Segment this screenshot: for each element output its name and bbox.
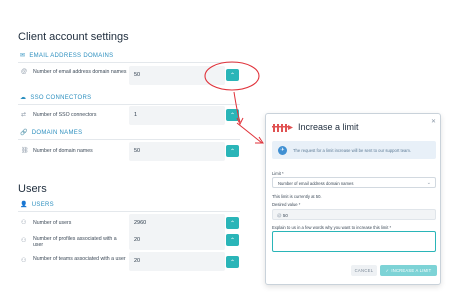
domain-names-field[interactable]: 50	[129, 142, 225, 161]
link-icon: 🔗	[20, 130, 28, 136]
divider	[18, 62, 240, 63]
limit-select-value: Number of email address domain names	[278, 181, 354, 186]
users-section: 👤 USERS	[20, 201, 54, 209]
sso-section: ☁ SSO CONNECTORS	[20, 94, 92, 102]
client-settings-title: Client account settings	[18, 31, 129, 43]
cloud-icon: ☁	[20, 95, 27, 101]
arrowhead	[255, 136, 264, 144]
desired-value-label: Desired value *	[272, 202, 301, 207]
desired-value-text: 50	[282, 213, 288, 218]
chevron-up-icon: ⌃	[229, 72, 236, 79]
chevron-up-icon: ⌃	[229, 112, 236, 119]
email-domains-field[interactable]: 50	[129, 66, 225, 85]
info-banner: ✈ The request for a limit increase will …	[272, 141, 436, 159]
users-row-label: Number of users	[33, 220, 72, 226]
explain-label: Explain to us in a few words why you wan…	[272, 225, 392, 230]
check-icon: ✓	[385, 268, 390, 273]
teams-row-label: Number of teams associated with a user	[33, 256, 126, 262]
fence-icon	[272, 124, 293, 132]
chain-icon: ⛓	[21, 148, 29, 154]
chevron-up-icon: ⌃	[229, 259, 236, 266]
increase-users-limit-button[interactable]: ⌃	[226, 217, 239, 229]
chevron-up-icon: ⌃	[229, 237, 236, 244]
cancel-button[interactable]: CANCEL	[351, 265, 377, 276]
users-section-label: USERS	[31, 201, 54, 208]
domain-names-section: 🔗 DOMAIN NAMES	[20, 129, 83, 137]
sso-connectors-field[interactable]: 1	[129, 106, 225, 125]
increase-domain-limit-button[interactable]: ⌃	[226, 145, 239, 157]
mail-icon: ✉	[20, 53, 26, 59]
explain-textarea[interactable]	[272, 231, 436, 252]
domain-row-label: Number of domain names	[33, 148, 93, 154]
user-icon: 👤	[20, 202, 28, 208]
divider	[18, 139, 240, 140]
chevron-up-icon: ⌃	[229, 220, 236, 227]
email-section-label: EMAIL ADDRESS DOMAINS	[29, 52, 114, 59]
email-row-label: Number of email address domain names	[33, 69, 127, 75]
teams-field[interactable]: 20	[129, 252, 225, 271]
divider	[18, 211, 240, 212]
limit-label: Limit *	[272, 171, 284, 176]
increase-email-limit-button[interactable]: ⌃	[226, 69, 239, 81]
increase-sso-limit-button[interactable]: ⌃	[226, 109, 239, 121]
divider	[18, 104, 240, 105]
team-icon: ⚇	[21, 258, 27, 264]
increase-profiles-limit-button[interactable]: ⌃	[226, 234, 239, 246]
increase-limit-button[interactable]: ✓ INCREASE A LIMIT	[380, 265, 437, 276]
limit-select[interactable]: Number of email address domain names ⌄	[272, 177, 436, 188]
annotation-line	[236, 122, 263, 144]
current-limit-text: This limit is currently at 50.	[272, 194, 322, 199]
profiles-field[interactable]: 20	[129, 231, 225, 250]
sso-row-label: Number of SSO connectors	[33, 112, 97, 118]
desired-value-input[interactable]: @ 50	[272, 209, 436, 220]
close-icon[interactable]: ✕	[431, 118, 436, 125]
connector-icon: ⇄	[21, 112, 27, 118]
sso-section-label: SSO CONNECTORS	[30, 94, 92, 101]
increase-limit-label: INCREASE A LIMIT	[391, 268, 432, 273]
increase-teams-limit-button[interactable]: ⌃	[226, 256, 239, 268]
chevron-up-icon: ⌃	[229, 148, 236, 155]
users-icon: ⚇	[21, 220, 27, 226]
domain-section-label: DOMAIN NAMES	[31, 129, 83, 136]
profiles-row-label: Number of profiles associated with a use…	[33, 236, 117, 248]
users-title: Users	[18, 183, 47, 195]
modal-title: Increase a limit	[298, 122, 359, 132]
profile-icon: ⚇	[21, 238, 27, 244]
info-icon: ✈	[278, 145, 287, 155]
increase-limit-modal: Increase a limit ✕ ✈ The request for a l…	[265, 113, 441, 285]
email-domains-section: ✉ EMAIL ADDRESS DOMAINS	[20, 52, 114, 60]
chevron-down-icon: ⌄	[426, 180, 431, 186]
at-icon: @	[21, 69, 28, 75]
info-text: The request for a limit increase will be…	[293, 147, 412, 153]
